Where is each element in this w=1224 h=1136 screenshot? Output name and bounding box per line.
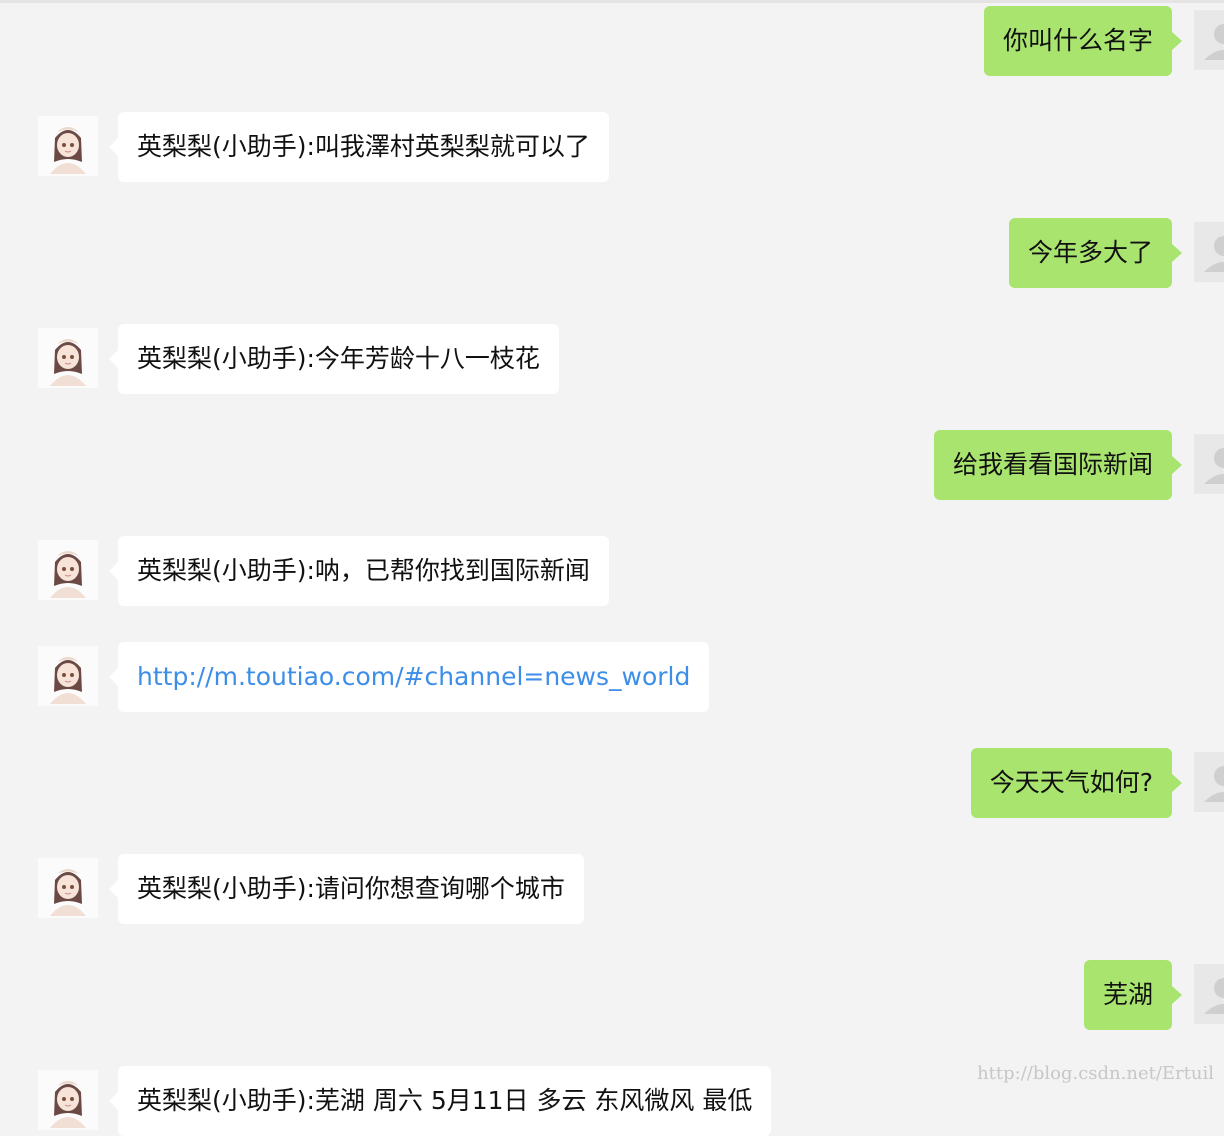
anime-girl-avatar-icon (38, 858, 98, 918)
user-message-bubble[interactable]: 给我看看国际新闻 (933, 430, 1183, 500)
user-message-bubble[interactable]: 今年多大了 (1008, 218, 1183, 288)
bot-message-bubble[interactable]: 英梨梨(小助手):呐，已帮你找到国际新闻 (109, 536, 609, 606)
user-avatar[interactable] (1194, 434, 1224, 494)
anime-girl-avatar-icon (38, 328, 98, 388)
user-message-bubble[interactable]: 你叫什么名字 (983, 6, 1183, 76)
chat-history[interactable]: 你叫什么名字 英梨梨(小助手):叫我澤村英梨梨就可以了 今年多大了 英梨梨(小助… (0, 0, 1224, 1136)
default-user-icon (1194, 222, 1224, 282)
bot-message-bubble[interactable]: 英梨梨(小助手):叫我澤村英梨梨就可以了 (109, 112, 609, 182)
bot-avatar[interactable] (38, 116, 98, 176)
bot-avatar[interactable] (38, 328, 98, 388)
user-avatar[interactable] (1194, 10, 1224, 70)
anime-girl-avatar-icon (38, 540, 98, 600)
bot-avatar[interactable] (38, 1070, 98, 1130)
default-user-icon (1194, 964, 1224, 1024)
anime-girl-avatar-icon (38, 1070, 98, 1130)
bot-message-bubble[interactable]: 英梨梨(小助手):芜湖 周六 5月11日 多云 东风微风 最低 (108, 1066, 772, 1136)
bot-avatar[interactable] (38, 540, 98, 600)
user-message-bubble[interactable]: 今天天气如何? (970, 748, 1183, 818)
default-user-icon (1194, 434, 1224, 494)
bot-link-bubble: http://m.toutiao.com/#channel=news_world (108, 642, 710, 712)
bot-avatar[interactable] (38, 646, 98, 706)
watermark: http://blog.csdn.net/Ertuil (977, 1063, 1214, 1084)
default-user-icon (1194, 752, 1224, 812)
anime-girl-avatar-icon (38, 646, 98, 706)
default-user-icon (1194, 10, 1224, 70)
bot-message-bubble[interactable]: 英梨梨(小助手):请问你想查询哪个城市 (109, 854, 584, 924)
user-message-bubble[interactable]: 芜湖 (1083, 960, 1183, 1030)
bot-avatar[interactable] (38, 858, 98, 918)
news-link[interactable]: http://m.toutiao.com/#channel=news_world (137, 662, 690, 691)
user-avatar[interactable] (1194, 222, 1224, 282)
user-avatar[interactable] (1194, 752, 1224, 812)
user-avatar[interactable] (1194, 964, 1224, 1024)
bot-message-bubble[interactable]: 英梨梨(小助手):今年芳龄十八一枝花 (109, 324, 559, 394)
anime-girl-avatar-icon (38, 116, 98, 176)
